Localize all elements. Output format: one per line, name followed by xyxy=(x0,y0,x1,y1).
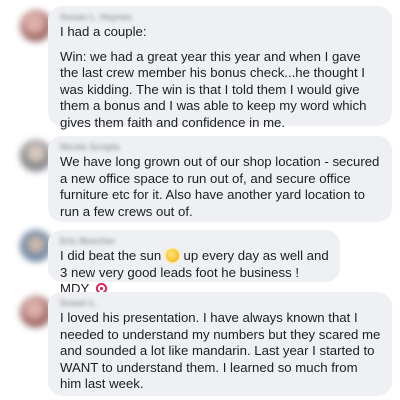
comment-paragraph: I had a couple: xyxy=(60,24,147,39)
comment-paragraph: Win: we had a great year this year and w… xyxy=(60,48,367,130)
comment-text: I did beat the sun up every day as well … xyxy=(60,248,330,298)
comment-author[interactable]: Eric Beecher xyxy=(60,236,330,246)
comment-text: We have long grown out of our shop locat… xyxy=(60,154,382,220)
sun-emoji-icon xyxy=(165,249,179,262)
comment-text: I loved his presentation. I have always … xyxy=(60,310,382,393)
comment-text: I had a couple: Win: we had a great year… xyxy=(60,24,382,131)
comment-bubble: Susan L. Haynes I had a couple: Win: we … xyxy=(48,6,392,130)
comment-author[interactable]: Susan L. Haynes xyxy=(60,12,382,22)
comment-bubble: Susan L. I loved his presentation. I hav… xyxy=(48,292,392,396)
comment-paragraph: I loved his presentation. I have always … xyxy=(60,310,381,391)
comment-text-part: I did beat the sun xyxy=(60,248,162,263)
comment-bubble: Nicole Scripts We have long grown out of… xyxy=(48,136,392,222)
comment-author[interactable]: Nicole Scripts xyxy=(60,142,382,152)
comment-paragraph: We have long grown out of our shop locat… xyxy=(60,154,380,219)
comment-author[interactable]: Susan L. xyxy=(60,298,382,308)
comment-bubble: Eric Beecher I did beat the sun up every… xyxy=(48,230,340,296)
